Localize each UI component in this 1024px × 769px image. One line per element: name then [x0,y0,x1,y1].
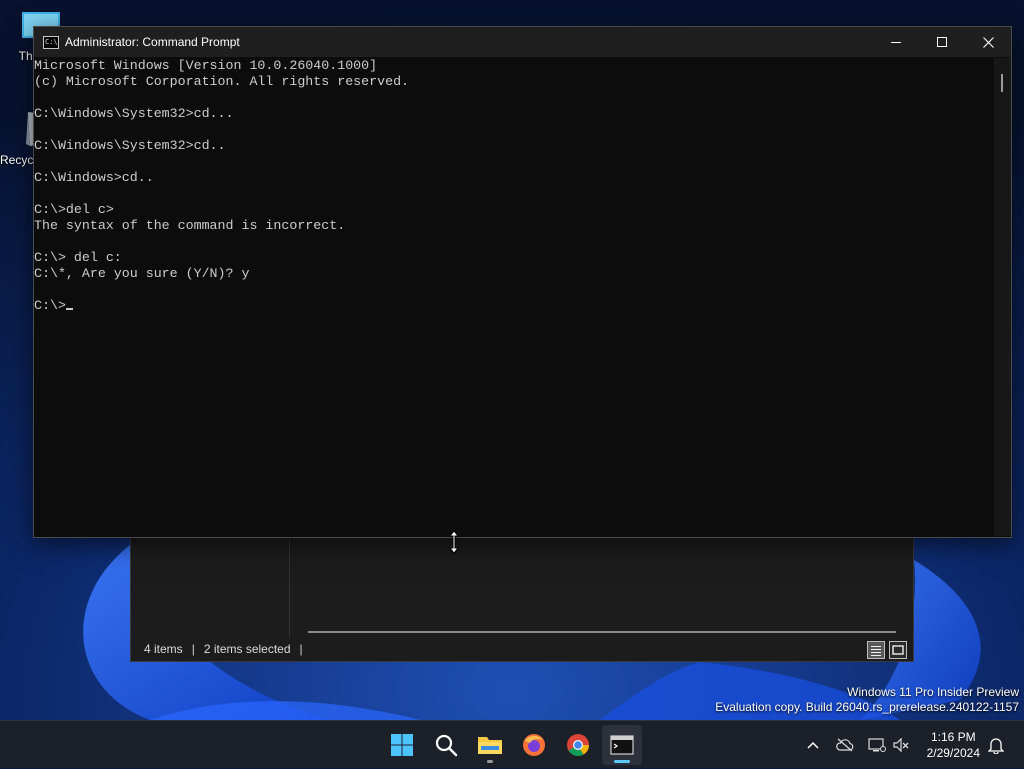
taskbar: 1:16 PM 2/29/2024 [0,720,1024,768]
command-prompt-app-icon: C:\ [43,35,59,49]
window-controls [873,27,1011,57]
watermark-edition: Windows 11 Pro Insider Preview [847,685,1019,699]
large-icons-view-icon [892,645,904,655]
console-line: C:\> del c: [34,250,122,265]
terminal-icon [610,735,634,755]
status-separator: | [191,642,195,656]
details-view-button[interactable] [867,641,885,659]
close-button[interactable] [965,27,1011,57]
scrollbar-thumb[interactable] [1001,74,1003,92]
network-icon [868,738,886,752]
minimize-icon [891,42,901,43]
terminal-button[interactable] [602,725,642,765]
console-line: C:\>del c> [34,202,114,217]
windows-logo-icon [391,734,413,756]
clock[interactable]: 1:16 PM 2/29/2024 [927,729,980,761]
navigation-pane[interactable] [131,521,290,637]
cloud-offline-icon [836,738,854,752]
start-button[interactable] [382,725,422,765]
chevron-up-icon [807,741,819,749]
item-count: 4 items [144,642,183,656]
status-separator: | [299,642,303,656]
resize-vertical-cursor-icon [448,530,460,554]
selected-count: 2 items selected [203,642,291,656]
onedrive-button[interactable] [834,721,856,769]
window-title: Administrator: Command Prompt [65,35,240,49]
vertical-scrollbar[interactable] [994,58,1011,536]
bell-icon [988,738,1004,754]
tray-overflow-button[interactable] [802,721,824,769]
console-line: Microsoft Windows [Version 10.0.26040.10… [34,58,378,73]
title-bar[interactable]: C:\ Administrator: Command Prompt [34,27,1011,57]
minimize-button[interactable] [873,27,919,57]
chrome-button[interactable] [558,725,598,765]
console-line: C:\Windows>cd.. [34,170,154,185]
console-output[interactable]: Microsoft Windows [Version 10.0.26040.10… [34,58,994,536]
console-line: C:\*, Are you sure (Y/N)? y [34,266,250,281]
close-icon [982,36,994,48]
volume-button[interactable] [890,721,912,769]
view-toggle [867,641,907,659]
firefox-icon [523,734,545,756]
file-explorer-button[interactable] [470,725,510,765]
maximize-icon [937,37,947,47]
details-view-icon [871,646,881,656]
command-prompt-window[interactable]: C:\ Administrator: Command Prompt Micros… [33,26,1012,538]
console-prompt: C:\> [34,298,66,313]
running-indicator [614,760,630,763]
folder-icon [478,737,502,754]
notification-button[interactable] [984,721,1008,769]
horizontal-scrollbar[interactable] [308,631,896,633]
console-line: C:\Windows\System32>cd... [34,106,234,121]
running-indicator [487,760,493,763]
status-bar: 4 items | 2 items selected | [131,637,913,661]
network-button[interactable] [866,721,888,769]
text-cursor [65,308,73,310]
firefox-button[interactable] [514,725,554,765]
console-line: The syntax of the command is incorrect. [34,218,346,233]
console-line: C:\Windows\System32>cd.. [34,138,226,153]
clock-date: 2/29/2024 [926,746,980,760]
evaluation-watermark: Windows 11 Pro Insider Preview Evaluatio… [715,685,1019,715]
watermark-build: Evaluation copy. Build 26040.rs_prerelea… [715,700,1019,714]
search-button[interactable] [426,725,466,765]
volume-muted-icon [893,737,909,753]
chrome-icon [567,734,589,756]
maximize-button[interactable] [919,27,965,57]
clock-time: 1:16 PM [930,730,976,744]
file-explorer-window[interactable]: 4 items | 2 items selected | [130,520,914,662]
large-icons-view-button[interactable] [889,641,907,659]
search-icon [435,734,458,757]
console-line: (c) Microsoft Corporation. All rights re… [34,74,410,89]
